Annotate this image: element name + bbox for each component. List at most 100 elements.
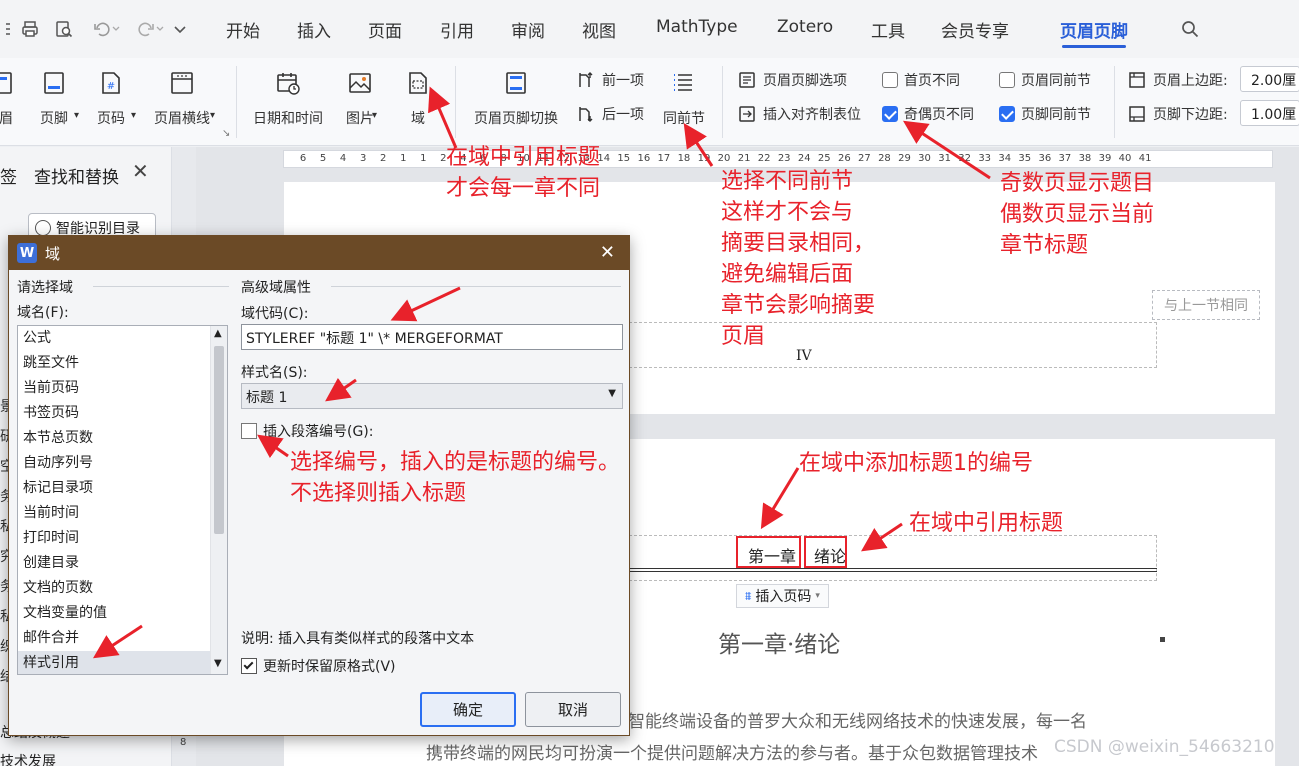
next-button[interactable]: 后一项	[576, 104, 644, 124]
scroll-thumb[interactable]	[214, 346, 224, 534]
list-item-selected[interactable]: 样式引用	[18, 651, 227, 674]
tab-header-footer[interactable]: 页眉页脚	[1060, 17, 1128, 42]
tab-references[interactable]: 引用	[440, 17, 474, 42]
field-code-input[interactable]: STYLEREF "标题 1" \* MERGEFORMAT	[241, 324, 623, 350]
previous-icon	[579, 72, 593, 87]
header-top-margin-input[interactable]: 2.00厘	[1240, 66, 1299, 92]
scroll-down-icon[interactable]: ▼	[214, 658, 222, 669]
header-margin-icon	[1129, 72, 1145, 88]
list-item[interactable]: 当前时间	[18, 501, 227, 526]
cancel-button[interactable]: 取消	[525, 692, 621, 727]
close-icon[interactable]: ✕	[132, 159, 149, 183]
field-name-list[interactable]: 公式 跳至文件 当前页码 书签页码 本节总页数 自动序列号 标记目录项 当前时间…	[17, 325, 228, 675]
header-line-button[interactable]: 页眉横线 ▾	[146, 68, 218, 128]
footer-same-as-previous-checkbox[interactable]: 页脚同前节	[999, 104, 1091, 124]
list-item[interactable]: 当前页码	[18, 376, 227, 401]
dialog-launcher-icon[interactable]: ↘	[222, 128, 230, 139]
list-item[interactable]: 标记目录项	[18, 476, 227, 501]
ruler-tick-label: 4	[339, 153, 347, 164]
close-icon[interactable]: ✕	[600, 242, 615, 263]
same-as-previous-button[interactable]: 同前节	[660, 68, 708, 128]
list-item[interactable]: 邮件合并	[18, 626, 227, 651]
separator	[1114, 66, 1115, 138]
pane-tab-bookmark[interactable]: 签	[0, 163, 17, 188]
ok-button[interactable]: 确定	[420, 692, 516, 727]
checkbox[interactable]	[999, 72, 1015, 88]
switch-header-footer-button[interactable]: 页眉页脚切换	[470, 68, 562, 128]
header-line-icon	[167, 68, 197, 98]
anchor-marker	[1160, 637, 1165, 642]
list-item[interactable]: 自动序列号	[18, 451, 227, 476]
chapter-heading: 第一章·绪论	[718, 632, 841, 658]
header-icon	[0, 68, 16, 98]
preserve-format-checkbox[interactable]: 更新时保留原格式(V)	[241, 656, 396, 676]
search-icon[interactable]	[1176, 14, 1204, 44]
page-number-button[interactable]: # 页码 ▾	[89, 68, 136, 128]
choose-field-group-label: 请选择域	[17, 280, 73, 296]
body-paragraph-line: 携带终端的网民均可扮演一个提供问题解决方法的参与者。基于众包数据管理技术	[426, 744, 1038, 764]
ruler-tick-label: 32	[958, 153, 972, 164]
list-item[interactable]: 文档的页数	[18, 576, 227, 601]
ruler-tick-label: 28	[878, 153, 891, 164]
different-first-page-checkbox[interactable]: 首页不同	[882, 70, 960, 90]
list-item[interactable]: 本节总页数	[18, 426, 227, 451]
dialog-titlebar[interactable]: W 域 ✕	[9, 236, 629, 270]
list-item[interactable]: 文档变量的值	[18, 601, 227, 626]
different-odd-even-checkbox[interactable]: 奇偶页不同	[882, 104, 974, 124]
checkbox[interactable]	[241, 423, 257, 439]
separator	[455, 66, 456, 138]
insert-paragraph-number-checkbox[interactable]: 插入段落编号(G):	[241, 421, 374, 441]
tab-zotero[interactable]: Zotero	[777, 17, 833, 37]
tab-page[interactable]: 页面	[368, 17, 402, 42]
print-preview-icon[interactable]	[50, 14, 78, 44]
print-icon[interactable]	[16, 14, 44, 44]
ruler-tick-label: 6	[299, 153, 307, 164]
tab-member[interactable]: 会员专享	[941, 17, 1009, 42]
tab-review[interactable]: 审阅	[511, 17, 545, 42]
list-item[interactable]: 公式	[18, 326, 227, 351]
redo-icon[interactable]	[132, 14, 168, 44]
list-item[interactable]: 跳至文件	[18, 351, 227, 376]
ruler-tick-label: 30	[918, 153, 931, 164]
previous-button[interactable]: 前一项	[576, 70, 644, 90]
toc-item[interactable]: 技术发展	[0, 751, 56, 766]
tab-home[interactable]: 开始	[226, 17, 260, 42]
header-footer-options-button[interactable]: 页眉页脚选项	[737, 70, 847, 90]
field-button[interactable]: 域	[401, 68, 435, 128]
header-same-as-previous-checkbox[interactable]: 页眉同前节	[999, 70, 1091, 90]
ruler-tick-label: 33	[978, 153, 992, 164]
annotation-field-ref-title: 在域中引用标题 才会每一章不同	[446, 145, 601, 201]
checkbox-checked[interactable]	[999, 106, 1015, 122]
picture-button[interactable]: 图片 ▾	[338, 68, 382, 128]
ruler-tick-label: 39	[1098, 153, 1112, 164]
more-chevron-icon[interactable]	[166, 14, 194, 44]
ruler-tick-label: 2	[380, 153, 387, 164]
next-icon	[579, 107, 593, 122]
tab-mathtype[interactable]: MathType	[656, 17, 738, 37]
scroll-up-icon[interactable]: ▲	[214, 328, 222, 339]
tab-insert[interactable]: 插入	[297, 17, 331, 42]
checkbox-checked[interactable]	[241, 658, 257, 674]
tab-tools[interactable]: 工具	[871, 17, 905, 42]
datetime-button[interactable]: 日期和时间	[250, 68, 326, 128]
footer-button[interactable]: 页脚 ▾	[32, 68, 79, 128]
insert-align-tab-button[interactable]: 插入对齐制表位	[737, 104, 861, 124]
ruler-tick-label: 25	[817, 153, 831, 164]
list-scrollbar[interactable]: ▲ ▼	[210, 326, 227, 674]
ruler-tick-label: 20	[717, 153, 731, 164]
undo-icon[interactable]	[86, 14, 126, 44]
ruler-tick-label: 31	[938, 153, 951, 164]
checkbox-checked[interactable]	[882, 106, 898, 122]
list-item[interactable]: 书签页码	[18, 401, 227, 426]
style-name-select[interactable]: 标题 1 ▼	[241, 383, 623, 409]
checkbox[interactable]	[882, 72, 898, 88]
footer-bottom-margin-input[interactable]: 1.00厘	[1240, 100, 1299, 126]
list-item[interactable]: 创建目录	[18, 551, 227, 576]
insert-page-number-button[interactable]: ⩩ 插入页码 ▾	[736, 584, 829, 608]
pane-tab-find-replace[interactable]: 查找和替换	[34, 163, 119, 188]
list-item[interactable]: 打印时间	[18, 526, 227, 551]
switch-icon	[501, 68, 531, 98]
ruler-tick-label: 38	[1078, 153, 1092, 164]
header-button[interactable]: 眉	[0, 68, 16, 128]
tab-view[interactable]: 视图	[582, 17, 616, 42]
